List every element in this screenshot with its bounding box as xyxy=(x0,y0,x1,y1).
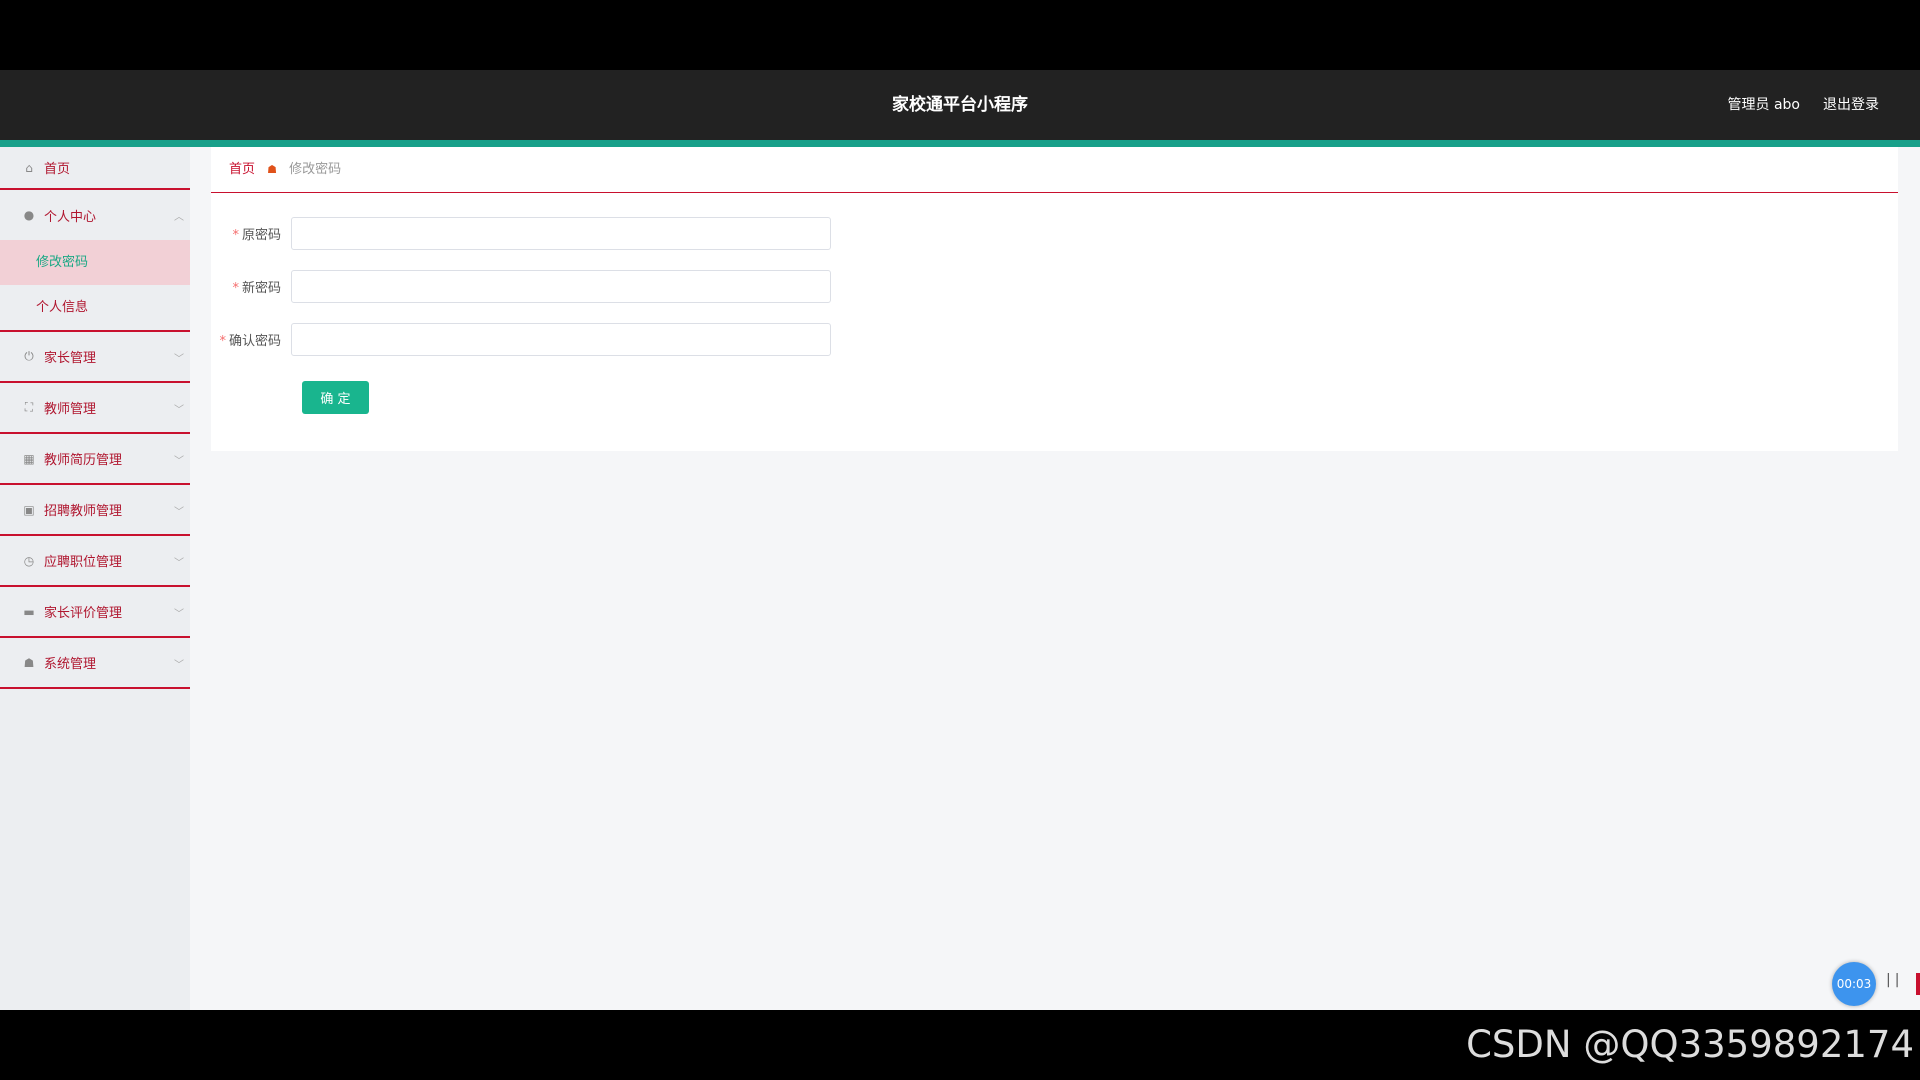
sidebar-item-parent-management[interactable]: ⏻ 家长管理 ﹀ xyxy=(0,332,190,383)
frame-icon: ⛶ xyxy=(24,400,34,414)
chevron-down-icon: ﹀ xyxy=(174,507,184,518)
breadcrumb-separator-icon: ☗ xyxy=(267,163,278,176)
header: 家校通平台小程序 管理员 abo 退出登录 xyxy=(0,70,1920,140)
user-icon: ● xyxy=(23,208,35,222)
new-password-input[interactable] xyxy=(291,270,831,303)
record-indicator xyxy=(1916,973,1920,995)
breadcrumb-home[interactable]: 首页 xyxy=(229,162,255,177)
compass-icon: ◷ xyxy=(23,553,35,568)
sidebar-item-label: 首页 xyxy=(44,162,71,177)
sidebar-item-label: 教师简历管理 xyxy=(44,453,123,468)
required-mark: * xyxy=(219,334,226,349)
chevron-down-icon: ﹀ xyxy=(174,354,184,365)
breadcrumb-divider xyxy=(211,192,1898,193)
old-password-label: * 原密码 xyxy=(232,228,281,243)
thumb-icon: ☗ xyxy=(23,655,35,670)
main-content: 首页 ☗ 修改密码 * 原密码 * 新密码 * 确认密码 确 定 xyxy=(211,147,1898,451)
sidebar-item-label: 家长评价管理 xyxy=(44,606,123,621)
old-password-input[interactable] xyxy=(291,217,831,250)
required-mark: * xyxy=(232,281,239,296)
sidebar-item-review-management[interactable]: ▬ 家长评价管理 ﹀ xyxy=(0,587,190,638)
app-title: 家校通平台小程序 xyxy=(892,95,1028,115)
header-accent-strip xyxy=(0,140,1920,147)
sidebar-subitem-profile[interactable]: 个人信息 xyxy=(0,285,190,330)
watermark: CSDN @QQ3359892174 xyxy=(1466,1023,1914,1066)
new-password-label: * 新密码 xyxy=(232,281,281,296)
old-password-row: * 原密码 xyxy=(211,217,831,250)
breadcrumb: 首页 ☗ 修改密码 xyxy=(229,147,341,192)
new-password-row: * 新密码 xyxy=(211,270,831,303)
chevron-down-icon: ﹀ xyxy=(174,660,184,671)
chart-icon: ▣ xyxy=(23,502,35,517)
chevron-down-icon: ﹀ xyxy=(174,456,184,467)
recording-timer[interactable]: 00:03 xyxy=(1832,962,1876,1006)
breadcrumb-current: 修改密码 xyxy=(289,162,342,177)
sidebar-item-application-management[interactable]: ◷ 应聘职位管理 ﹀ xyxy=(0,536,190,587)
sidebar-item-recruit-management[interactable]: ▣ 招聘教师管理 ﹀ xyxy=(0,485,190,536)
chevron-up-icon: ︿ xyxy=(174,212,184,223)
pause-icon[interactable]: || xyxy=(1886,972,1903,988)
confirm-button[interactable]: 确 定 xyxy=(302,381,369,414)
chevron-down-icon: ﹀ xyxy=(174,405,184,416)
sidebar-item-personal-center[interactable]: ● 个人中心 ︿ xyxy=(0,190,190,240)
chevron-down-icon: ﹀ xyxy=(174,609,184,620)
sidebar-item-label: 应聘职位管理 xyxy=(44,555,123,570)
sidebar-item-home[interactable]: ⌂ 首页 xyxy=(0,147,190,190)
sidebar-item-label: 招聘教师管理 xyxy=(44,504,123,519)
app-window: 家校通平台小程序 管理员 abo 退出登录 ⌂ 首页 ● 个人中心 ︿ 修改密码… xyxy=(0,70,1920,1010)
confirm-password-row: * 确认密码 xyxy=(211,323,831,356)
sidebar-item-system-management[interactable]: ☗ 系统管理 ﹀ xyxy=(0,638,190,689)
sidebar-item-label: 家长管理 xyxy=(44,351,97,366)
confirm-password-label: * 确认密码 xyxy=(219,334,281,349)
chevron-down-icon: ﹀ xyxy=(174,558,184,569)
required-mark: * xyxy=(232,228,239,243)
sidebar-item-label: 系统管理 xyxy=(44,657,97,672)
sidebar-item-resume-management[interactable]: ▦ 教师简历管理 ﹀ xyxy=(0,434,190,485)
personal-center-submenu: 修改密码 个人信息 xyxy=(0,240,190,332)
briefcase-icon: ▬ xyxy=(23,604,35,619)
sidebar-subitem-change-password[interactable]: 修改密码 xyxy=(0,240,190,285)
confirm-password-input[interactable] xyxy=(291,323,831,356)
grid-icon: ▦ xyxy=(23,451,35,466)
top-black-bar xyxy=(0,0,1920,70)
current-user: 管理员 abo xyxy=(1727,97,1800,113)
sidebar-item-label: 教师管理 xyxy=(44,402,97,417)
sidebar-item-label: 个人中心 xyxy=(44,209,97,225)
power-icon: ⏻ xyxy=(24,349,34,363)
home-icon: ⌂ xyxy=(25,160,33,175)
sidebar: ⌂ 首页 ● 个人中心 ︿ 修改密码 个人信息 ⏻ 家长管理 ﹀ ⛶ 教师管理 … xyxy=(0,147,190,1010)
sidebar-item-teacher-management[interactable]: ⛶ 教师管理 ﹀ xyxy=(0,383,190,434)
logout-link[interactable]: 退出登录 xyxy=(1823,70,1879,140)
